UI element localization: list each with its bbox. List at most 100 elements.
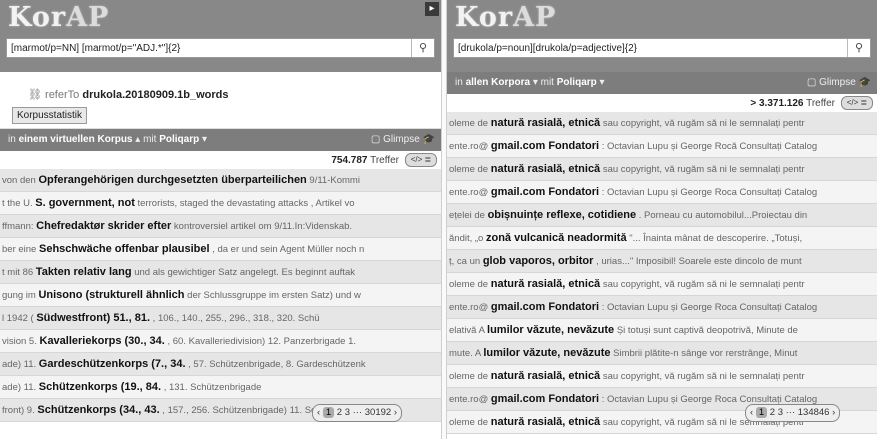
search-icon[interactable]: ⚲ bbox=[847, 39, 870, 57]
right-context: Și totuși sunt captivă deopotrivă, Minut… bbox=[616, 325, 798, 336]
query-input-box[interactable]: [marmot/p=NN] [marmot/p="ADJ.*"]{2} ⚲ bbox=[6, 38, 435, 58]
right-context: , da er und sein Agent Müller noch n bbox=[212, 244, 365, 255]
left-context: oleme de bbox=[449, 371, 489, 382]
glimpse-checkbox[interactable]: ▢ Glimpse 🎓 bbox=[371, 134, 435, 145]
result-row[interactable]: t mit 86 Takten relativ lang und als gew… bbox=[0, 261, 441, 284]
result-row[interactable]: ade) 11. Schützenkorps (19., 84. , 131. … bbox=[0, 376, 441, 399]
code-list-icon[interactable]: </> ≣ bbox=[841, 96, 873, 110]
match-text: gmail.com Fondatori bbox=[490, 393, 600, 405]
left-context: l 1942 ( bbox=[2, 313, 34, 324]
page-1[interactable]: 1 bbox=[322, 407, 335, 418]
result-row[interactable]: l 1942 ( Südwestfront) 51., 81. , 106., … bbox=[0, 307, 441, 330]
result-row[interactable]: von den Opferangehörigen durchgesetzten … bbox=[0, 169, 441, 192]
match-text: natură rasială, etnică bbox=[490, 163, 601, 175]
prev-page-button[interactable]: ‹ bbox=[317, 407, 320, 418]
header: KorAP [drukola/p=noun][drukola/p=adjecti… bbox=[447, 0, 877, 72]
left-context: oleme de bbox=[449, 164, 489, 175]
result-row[interactable]: oleme de natură rasială, etnică sau copy… bbox=[447, 112, 877, 135]
result-row[interactable]: ber eine Sehschwäche offenbar plausibel … bbox=[0, 238, 441, 261]
result-row[interactable]: oleme de natură rasială, etnică sau copy… bbox=[447, 365, 877, 388]
last-page[interactable]: 30192 bbox=[365, 407, 391, 418]
left-panel: KorAP ▸ [marmot/p=NN] [marmot/p="ADJ.*"]… bbox=[0, 0, 441, 439]
code-list-icon[interactable]: </> ≣ bbox=[405, 153, 437, 167]
pagination: ‹ 1 2 3 ··· 134846 › bbox=[745, 404, 841, 422]
match-text: lumilor văzute, nevăzute bbox=[483, 347, 611, 359]
page-2[interactable]: 2 bbox=[337, 407, 342, 418]
result-row[interactable]: vision 5. Kavalleriekorps (30., 34. , 60… bbox=[0, 330, 441, 353]
right-context: sau copyright, vă rugăm să ni le semnala… bbox=[602, 371, 805, 382]
vc-select[interactable]: allen Korpora bbox=[466, 77, 530, 88]
left-context: ețelei de bbox=[449, 210, 485, 221]
refer-value: drukola.20180909.1b_words bbox=[82, 89, 229, 101]
left-context: oleme de bbox=[449, 417, 489, 428]
match-text: gmail.com Fondatori bbox=[490, 301, 600, 313]
left-context: t the U. bbox=[2, 198, 33, 209]
left-context: ade) 11. bbox=[2, 359, 37, 370]
query-input-box[interactable]: [drukola/p=noun][drukola/p=adjective]{2}… bbox=[453, 38, 871, 58]
match-text: gmail.com Fondatori bbox=[490, 140, 600, 152]
result-row[interactable]: ffmann: Chefredaktør skrider efter kontr… bbox=[0, 215, 441, 238]
query-input[interactable]: [marmot/p=NN] [marmot/p="ADJ.*"]{2} bbox=[7, 43, 411, 54]
right-context: sau copyright, vă rugăm să ni le semnala… bbox=[602, 118, 805, 129]
result-row[interactable]: ente.ro@ gmail.com Fondatori : Octavian … bbox=[447, 296, 877, 319]
right-context: Simbrii plătite-n sânge vor rerstrânge, … bbox=[613, 348, 798, 359]
last-page[interactable]: 134846 bbox=[798, 407, 830, 418]
match-text: obișnuințe reflexe, cotidiene bbox=[487, 209, 637, 221]
result-row[interactable]: ăndit, „o zonă vulcanică neadormită "...… bbox=[447, 227, 877, 250]
right-context: , 131. Schützenbrigade bbox=[163, 382, 262, 393]
page-2[interactable]: 2 bbox=[770, 407, 775, 418]
match-text: lumilor văzute, nevăzute bbox=[487, 324, 615, 336]
left-context: front) 9. bbox=[2, 405, 35, 416]
right-context: "... Înainta mânat de descoperire. „Totu… bbox=[629, 233, 803, 244]
korpusstatistik-button[interactable]: Korpusstatistik bbox=[12, 107, 88, 124]
right-context: 9/11-Kommi bbox=[309, 175, 360, 186]
left-context: ente.ro@ bbox=[449, 302, 489, 313]
vc-select[interactable]: einem virtuellen Korpus bbox=[19, 134, 133, 145]
result-row[interactable]: ente.ro@ gmail.com Fondatori : Octavian … bbox=[447, 181, 877, 204]
next-page-button[interactable]: › bbox=[832, 407, 835, 418]
result-row[interactable]: t the U. S. government, not terrorists, … bbox=[0, 192, 441, 215]
hit-count: 754.787 Treffer bbox=[331, 155, 399, 166]
korap-logo[interactable]: KorAP bbox=[8, 2, 109, 33]
left-context: ber eine bbox=[2, 244, 37, 255]
pagination: ‹ 1 2 3 ··· 30192 › bbox=[312, 404, 402, 422]
left-context: t mit 86 bbox=[2, 267, 34, 278]
left-context: mute. A bbox=[449, 348, 481, 359]
match-text: S. government, not bbox=[35, 197, 135, 209]
result-row[interactable]: ade) 11. Gardeschützenkorps (7., 34. , 5… bbox=[0, 353, 441, 376]
left-context: gung im bbox=[2, 290, 36, 301]
result-row[interactable]: oleme de natură rasială, etnică sau copy… bbox=[447, 273, 877, 296]
page-3[interactable]: 3 bbox=[345, 407, 350, 418]
result-row[interactable]: oleme de natură rasială, etnică sau copy… bbox=[447, 158, 877, 181]
query-input[interactable]: [drukola/p=noun][drukola/p=adjective]{2} bbox=[454, 43, 847, 54]
match-text: Takten relativ lang bbox=[35, 266, 132, 278]
right-context: . Porneau cu automobilul...Proiectau din bbox=[638, 210, 808, 221]
collapse-icon[interactable]: ▸ bbox=[425, 2, 439, 16]
ql-select[interactable]: Poliqarp bbox=[557, 77, 597, 88]
left-context: ente.ro@ bbox=[449, 187, 489, 198]
result-row[interactable]: mute. A lumilor văzute, nevăzute Simbrii… bbox=[447, 342, 877, 365]
ql-select[interactable]: Poliqarp bbox=[159, 134, 199, 145]
result-row[interactable]: ețelei de obișnuințe reflexe, cotidiene … bbox=[447, 204, 877, 227]
hits-bar: > 3.371.126 Treffer </> ≣ bbox=[447, 94, 877, 112]
left-context: ăndit, „o bbox=[449, 233, 484, 244]
next-page-button[interactable]: › bbox=[394, 407, 397, 418]
result-row[interactable]: gung im Unisono (strukturell ähnlich der… bbox=[0, 284, 441, 307]
right-context: und als gewichtiger Satz angelegt. Es be… bbox=[134, 267, 355, 278]
page-3[interactable]: 3 bbox=[778, 407, 783, 418]
match-text: Opferangehörigen durchgesetzten überpart… bbox=[38, 174, 307, 186]
right-context: : Octavian Lupu și George Roca Consultaț… bbox=[601, 187, 818, 198]
match-text: Sehschwäche offenbar plausibel bbox=[38, 243, 210, 255]
right-context: , 106., 140., 255., 296., 318., 320. Sch… bbox=[152, 313, 320, 324]
scope-bar: in allen Korpora ▾ mit Poliqarp ▾ ▢ Glim… bbox=[447, 72, 877, 94]
search-icon[interactable]: ⚲ bbox=[411, 39, 434, 57]
page-1[interactable]: 1 bbox=[755, 407, 768, 418]
result-row[interactable]: elativă A lumilor văzute, nevăzute Și to… bbox=[447, 319, 877, 342]
korap-logo[interactable]: KorAP bbox=[455, 2, 556, 33]
header: KorAP ▸ [marmot/p=NN] [marmot/p="ADJ.*"]… bbox=[0, 0, 441, 72]
right-context: : Octavian Lupu și George Rocă Consultaț… bbox=[601, 141, 818, 152]
glimpse-checkbox[interactable]: ▢ Glimpse 🎓 bbox=[807, 77, 871, 88]
result-row[interactable]: ț, ca un glob vaporos, orbitor , urias..… bbox=[447, 250, 877, 273]
result-row[interactable]: ente.ro@ gmail.com Fondatori : Octavian … bbox=[447, 135, 877, 158]
prev-page-button[interactable]: ‹ bbox=[750, 407, 753, 418]
